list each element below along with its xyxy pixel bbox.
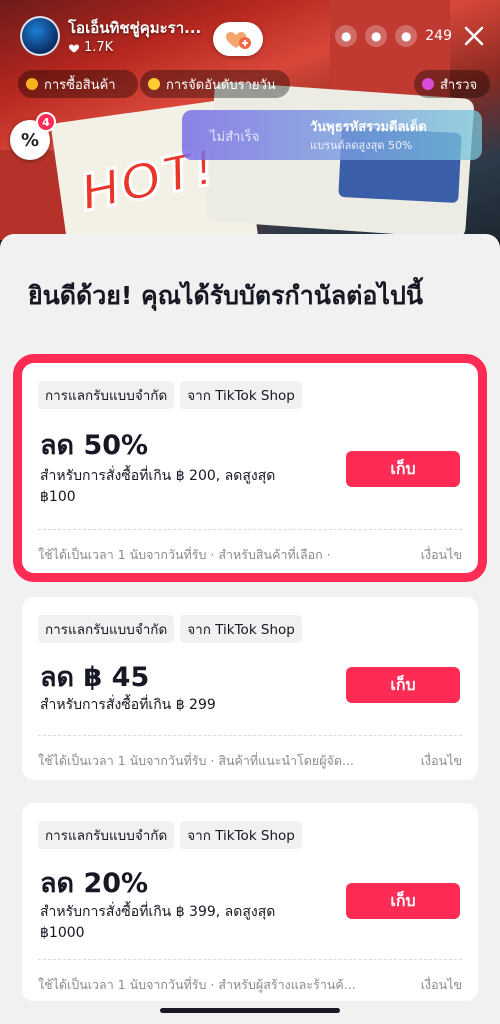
- voucher-condition: สำหรับการสั่งซื้อที่เกิน ฿ 399, ลดสูงสุด…: [40, 904, 276, 941]
- pill-explore[interactable]: สำรวจ: [414, 70, 490, 98]
- top-right-controls: ● ● ● 249: [335, 22, 488, 50]
- coupon-badge: 4: [36, 112, 56, 132]
- host-info[interactable]: โอเอ็นทิชชู่คุมะรา... 1.7K: [18, 14, 213, 64]
- promo-banner[interactable]: ไม่สำเร็จ วันพุธรหัสรวมดีลเด็ด แบรนด์ลดส…: [182, 110, 482, 160]
- promo-subtitle: แบรนด์ลดสูงสุด 50%: [310, 139, 413, 152]
- tag-limited: การแลกรับแบบจำกัด: [38, 381, 175, 409]
- viewer-avatar-icon[interactable]: ●: [365, 25, 388, 47]
- follow-heart-plus-icon: [225, 32, 251, 49]
- live-stream-video: HOT! โอเอ็นทิชชู่คุมะรา... 1.7K ● ● ● 24…: [0, 0, 500, 240]
- pill-shopping[interactable]: การซื้อสินค้า: [18, 70, 138, 98]
- voucher-validity: ใช้ได้เป็นเวลา 1 นับจากวันที่รับ · สำหรั…: [38, 545, 462, 565]
- host-name[interactable]: โอเอ็นทิชชู่คุมะรา...: [68, 16, 218, 40]
- sheet-title: ยินดีด้วย! คุณได้รับบัตรกำนัลต่อไปนี้: [28, 281, 423, 310]
- divider: [38, 735, 462, 736]
- voucher-tags: การแลกรับแบบจำกัด จาก TikTok Shop: [38, 381, 302, 409]
- voucher-discount: ลด ฿ 45: [40, 662, 150, 693]
- promo-fail-text: ไม่สำเร็จ: [210, 130, 260, 145]
- avatar[interactable]: [20, 16, 60, 56]
- close-icon[interactable]: [460, 22, 488, 50]
- likes-value: 1.7K: [84, 40, 114, 55]
- divider: [38, 959, 462, 960]
- voucher-card[interactable]: การแลกรับแบบจำกัด จาก TikTok Shop ลด 50%…: [13, 354, 487, 582]
- conditions-link[interactable]: เงื่อนไข: [421, 751, 462, 771]
- divider: [38, 529, 462, 530]
- conditions-link[interactable]: เงื่อนไข: [421, 545, 462, 565]
- pill-label: การจัดอันดับรายวัน: [166, 77, 276, 93]
- conditions-link[interactable]: เงื่อนไข: [421, 975, 462, 995]
- tag-limited: การแลกรับแบบจำกัด: [38, 615, 175, 643]
- collect-button[interactable]: เก็บ: [346, 883, 460, 919]
- ranking-icon: [148, 78, 160, 90]
- heart-icon: [68, 44, 80, 52]
- viewer-avatar-icon[interactable]: ●: [395, 25, 418, 47]
- follow-button[interactable]: [213, 22, 263, 56]
- pill-label: การซื้อสินค้า: [44, 77, 116, 93]
- pill-daily-ranking[interactable]: การจัดอันดับรายวัน: [140, 70, 290, 98]
- promo-title: วันพุธรหัสรวมดีลเด็ด: [310, 120, 427, 135]
- voucher-validity: ใช้ได้เป็นเวลา 1 นับจากวันที่รับ · สำหรั…: [38, 975, 462, 995]
- voucher-condition: สำหรับการสั่งซื้อที่เกิน ฿ 299: [40, 697, 216, 713]
- validity-text: ใช้ได้เป็นเวลา 1 นับจากวันที่รับ · สำหรั…: [38, 977, 356, 992]
- voucher-tags: การแลกรับแบบจำกัด จาก TikTok Shop: [38, 821, 302, 849]
- collect-button[interactable]: เก็บ: [346, 451, 460, 487]
- voucher-card[interactable]: การแลกรับแบบจำกัด จาก TikTok Shop ลด 20%…: [22, 803, 478, 1001]
- viewer-count[interactable]: 249: [425, 28, 452, 44]
- voucher-card[interactable]: การแลกรับแบบจำกัด จาก TikTok Shop ลด ฿ 4…: [22, 597, 478, 780]
- tag-source: จาก TikTok Shop: [180, 615, 302, 643]
- voucher-condition: สำหรับการสั่งซื้อที่เกิน ฿ 200, ลดสูงสุด…: [40, 468, 276, 505]
- voucher-validity: ใช้ได้เป็นเวลา 1 นับจากวันที่รับ · สินค้…: [38, 751, 462, 771]
- percent-icon: %: [20, 129, 40, 151]
- tag-source: จาก TikTok Shop: [180, 821, 302, 849]
- shopping-icon: [26, 78, 38, 90]
- voucher-tags: การแลกรับแบบจำกัด จาก TikTok Shop: [38, 615, 302, 643]
- voucher-discount: ลด 50%: [40, 430, 149, 461]
- tag-limited: การแลกรับแบบจำกัด: [38, 821, 175, 849]
- coupon-bubble[interactable]: % 4: [10, 112, 56, 160]
- viewer-avatar-icon[interactable]: ●: [335, 25, 358, 47]
- tag-source: จาก TikTok Shop: [180, 381, 302, 409]
- likes-count: 1.7K: [68, 40, 113, 55]
- collect-button[interactable]: เก็บ: [346, 667, 460, 703]
- home-indicator[interactable]: [160, 1008, 340, 1013]
- explore-icon: [422, 78, 434, 90]
- voucher-discount: ลด 20%: [40, 868, 149, 899]
- validity-text: ใช้ได้เป็นเวลา 1 นับจากวันที่รับ · สินค้…: [38, 753, 354, 768]
- pill-label: สำรวจ: [440, 77, 478, 93]
- validity-text: ใช้ได้เป็นเวลา 1 นับจากวันที่รับ · สำหรั…: [38, 547, 331, 562]
